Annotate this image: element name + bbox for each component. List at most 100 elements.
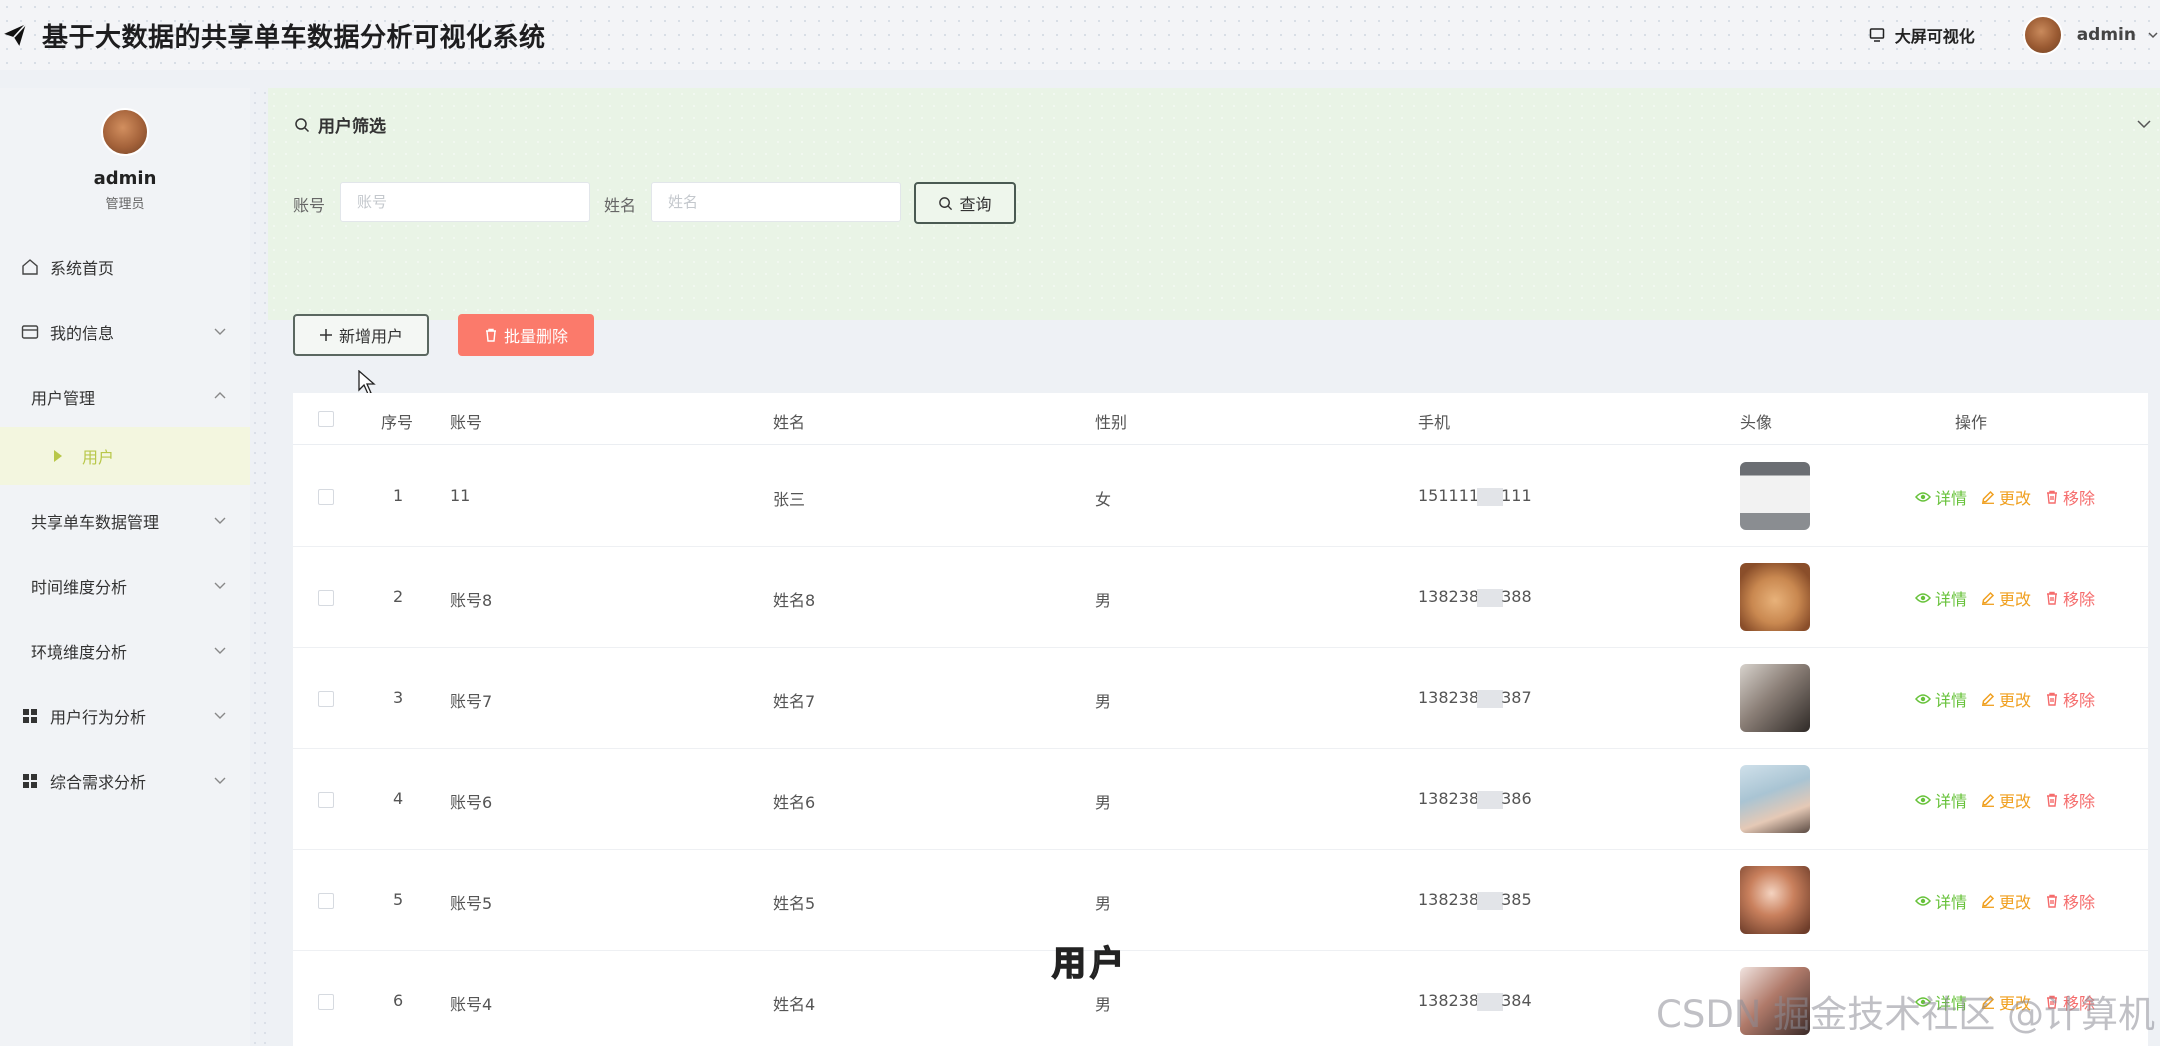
- chevron-down-icon: [214, 712, 226, 719]
- remove-button[interactable]: 移除: [2045, 687, 2095, 711]
- sidebar-item-my-info[interactable]: 我的信息: [0, 310, 250, 354]
- paper-plane-icon: [4, 23, 27, 46]
- cell-account: 账号6: [450, 793, 493, 812]
- avatar-thumbnail[interactable]: [1740, 462, 1810, 530]
- avatar-thumbnail[interactable]: [1740, 765, 1810, 833]
- sidebar-item-home[interactable]: 系统首页: [0, 245, 250, 289]
- header-username[interactable]: admin: [2077, 25, 2136, 45]
- cell-phone: 138238 388: [1418, 587, 1532, 607]
- detail-button[interactable]: 详情: [1915, 485, 1967, 509]
- edit-button[interactable]: 更改: [1981, 687, 2031, 711]
- column-header: 序号: [381, 413, 414, 432]
- sidebar-subitem-users[interactable]: 用户: [0, 427, 250, 485]
- trash-icon: [2047, 591, 2058, 605]
- sidebar-item-behavior-analysis[interactable]: 用户行为分析: [0, 694, 250, 738]
- edit-button[interactable]: 更改: [1981, 586, 2031, 610]
- phone-suffix: 387: [1501, 688, 1532, 707]
- phone-mask: [1477, 487, 1504, 506]
- row-checkbox[interactable]: [318, 590, 334, 606]
- name-input[interactable]: [651, 182, 901, 222]
- avatar-thumbnail[interactable]: [1740, 866, 1810, 934]
- trash-icon: [2047, 490, 2058, 504]
- cell-account: 账号7: [450, 692, 493, 711]
- detail-button[interactable]: 详情: [1915, 788, 1967, 812]
- sidebar-item-time-analysis[interactable]: 时间维度分析: [0, 564, 250, 608]
- cell-phone: 138238 384: [1418, 991, 1532, 1011]
- account-label: 账号: [293, 196, 326, 215]
- phone-suffix: 386: [1501, 789, 1532, 808]
- sidebar-item-demand-analysis[interactable]: 综合需求分析: [0, 759, 250, 803]
- sidebar-item-label: 环境维度分析: [31, 643, 128, 662]
- cell-name: 姓名7: [773, 692, 816, 711]
- detail-button[interactable]: 详情: [1915, 687, 1967, 711]
- phone-mask: [1477, 790, 1504, 809]
- edit-button[interactable]: 更改: [1981, 788, 2031, 812]
- cell-index: 3: [393, 688, 404, 707]
- pencil-icon: [1982, 692, 1995, 706]
- bigscreen-link[interactable]: 大屏可视化: [1869, 23, 1975, 47]
- phone-prefix: 138238: [1418, 587, 1480, 606]
- eye-icon: [1915, 795, 1931, 805]
- query-button[interactable]: 查询: [914, 182, 1016, 224]
- phone-suffix: 111: [1501, 486, 1532, 505]
- chevron-down-icon[interactable]: [2148, 30, 2158, 40]
- grid-icon: [20, 771, 40, 791]
- batch-delete-button[interactable]: 批量删除: [458, 314, 594, 356]
- table-row: 4 账号6 姓名6 男 138238 386 详情 更改 移除: [293, 749, 2148, 850]
- cell-account: 账号4: [450, 995, 493, 1014]
- sidebar: admin 管理员 系统首页 我的信息 用户管理 用户 共享单车数据管理 时间维…: [0, 88, 268, 1046]
- select-all-checkbox[interactable]: [318, 411, 334, 427]
- column-header: 头像: [1740, 413, 1773, 432]
- cell-gender: 女: [1095, 490, 1112, 509]
- remove-button[interactable]: 移除: [2045, 889, 2095, 913]
- chevron-down-icon: [214, 777, 226, 784]
- edit-button[interactable]: 更改: [1981, 889, 2031, 913]
- avatar-thumbnail[interactable]: [1740, 664, 1810, 732]
- header-avatar[interactable]: [2022, 15, 2063, 55]
- edit-label: 更改: [1999, 691, 2032, 710]
- cell-index: 4: [393, 789, 404, 808]
- chevron-down-icon: [214, 647, 226, 654]
- sidebar-item-env-analysis[interactable]: 环境维度分析: [0, 629, 250, 673]
- monitor-icon: [1869, 28, 1884, 42]
- cell-gender: 男: [1095, 894, 1112, 913]
- avatar[interactable]: [101, 108, 149, 156]
- avatar-thumbnail[interactable]: [1740, 563, 1810, 631]
- edit-button[interactable]: 更改: [1981, 485, 2031, 509]
- batch-delete-label: 批量删除: [503, 327, 568, 346]
- bigscreen-label: 大屏可视化: [1894, 27, 1975, 46]
- cell-account: 账号5: [450, 894, 493, 913]
- table-row: 3 账号7 姓名7 男 138238 387 详情 更改 移除: [293, 648, 2148, 749]
- sidebar-item-user-management[interactable]: 用户管理: [0, 375, 250, 419]
- sidebar-item-label: 共享单车数据管理: [31, 513, 160, 532]
- top-header: 基于大数据的共享单车数据分析可视化系统 大屏可视化 admin: [0, 0, 2160, 70]
- detail-button[interactable]: 详情: [1915, 889, 1967, 913]
- remove-button[interactable]: 移除: [2045, 788, 2095, 812]
- row-checkbox[interactable]: [318, 893, 334, 909]
- sidebar-item-label: 时间维度分析: [31, 578, 128, 597]
- eye-icon: [1915, 492, 1931, 502]
- cell-gender: 男: [1095, 591, 1112, 610]
- phone-mask: [1477, 992, 1504, 1011]
- search-icon: [295, 117, 310, 132]
- cell-gender: 男: [1095, 793, 1112, 812]
- trash-icon: [485, 328, 496, 342]
- row-checkbox[interactable]: [318, 994, 334, 1010]
- cell-name: 张三: [773, 490, 806, 509]
- remove-button[interactable]: 移除: [2045, 586, 2095, 610]
- chevron-down-icon[interactable]: [2134, 114, 2154, 134]
- remove-button[interactable]: 移除: [2045, 485, 2095, 509]
- add-user-button[interactable]: 新增用户: [293, 314, 429, 356]
- edit-label: 更改: [1999, 792, 2032, 811]
- cell-index: 6: [393, 991, 404, 1010]
- sidebar-item-bike-data[interactable]: 共享单车数据管理: [0, 499, 250, 543]
- cell-account: 账号8: [450, 591, 493, 610]
- detail-button[interactable]: 详情: [1915, 586, 1967, 610]
- caret-right-icon: [54, 450, 62, 462]
- sidebar-subitem-label: 用户: [82, 448, 115, 467]
- row-checkbox[interactable]: [318, 489, 334, 505]
- account-input[interactable]: [340, 182, 590, 222]
- row-checkbox[interactable]: [318, 792, 334, 808]
- row-checkbox[interactable]: [318, 691, 334, 707]
- cell-account: 11: [450, 486, 471, 505]
